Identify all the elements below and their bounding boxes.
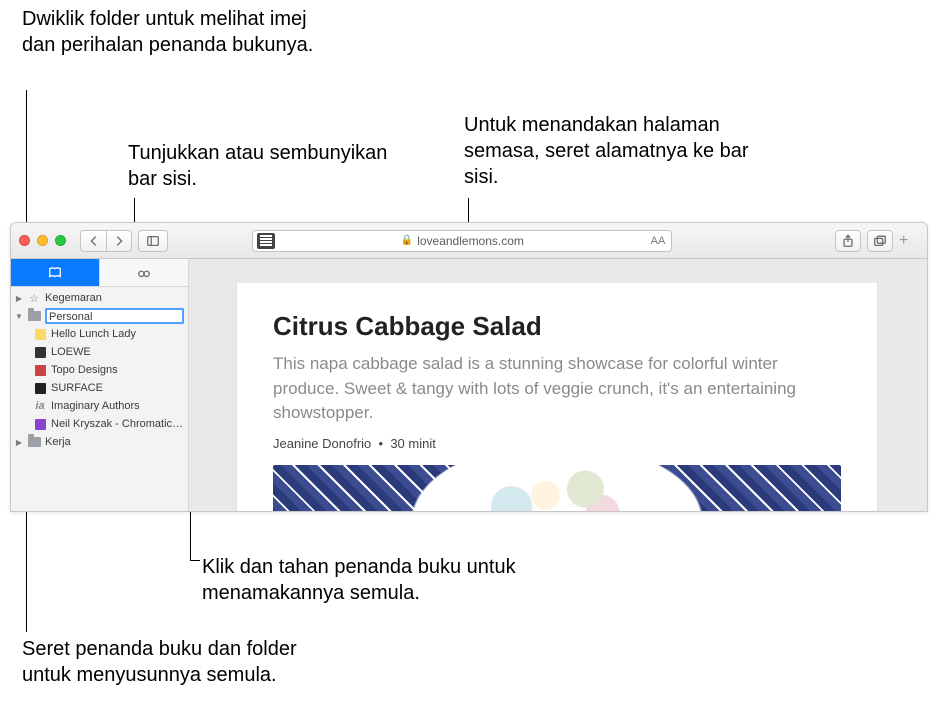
favicon (33, 381, 47, 395)
disclosure-triangle-icon[interactable]: ▼ (15, 312, 23, 321)
tab-reading-list[interactable] (100, 259, 188, 286)
reader-mode-button[interactable] (257, 233, 275, 249)
chevron-left-icon (87, 234, 101, 248)
window-controls (19, 235, 66, 246)
folder-work[interactable]: ▶ Kerja (11, 433, 188, 451)
bookmark-item[interactable]: Neil Kryszak - Chromatic E… (11, 415, 188, 433)
close-button[interactable] (19, 235, 30, 246)
bookmark-label: SURFACE (51, 382, 184, 394)
article-duration: 30 minit (390, 436, 436, 451)
bookmark-label: Topo Designs (51, 364, 184, 376)
safari-window: 🔒 loveandlemons.com AA + (10, 222, 928, 512)
disclosure-triangle-icon[interactable]: ▶ (15, 294, 23, 303)
address-bar[interactable]: 🔒 loveandlemons.com AA (252, 230, 672, 252)
folder-label: Kegemaran (45, 292, 184, 304)
sidebar: ▶ ☆ Kegemaran ▼ Personal Hello Lunch Lad… (11, 259, 189, 511)
nav-buttons (80, 230, 132, 252)
address-area: 🔒 loveandlemons.com AA (252, 230, 672, 252)
star-icon: ☆ (27, 291, 41, 305)
folder-label: Kerja (45, 436, 184, 448)
article-byline: Jeanine Donofrio • 30 minit (273, 436, 841, 451)
folder-icon (27, 309, 41, 323)
reader-article: Citrus Cabbage Salad This napa cabbage s… (237, 283, 877, 511)
chevron-right-icon (112, 234, 126, 248)
folder-name-input[interactable]: Personal (45, 308, 184, 324)
sidebar-tabs (11, 259, 188, 287)
favicon (33, 417, 47, 431)
bookmark-item[interactable]: ia Imaginary Authors (11, 397, 188, 415)
article-author: Jeanine Donofrio (273, 436, 371, 451)
tabs-icon (873, 234, 887, 248)
callout-rename-bookmark: Klik dan tahan penanda buku untuk menama… (202, 554, 522, 606)
favicon (33, 363, 47, 377)
content-pane: Citrus Cabbage Salad This napa cabbage s… (189, 259, 927, 511)
zoom-button[interactable] (55, 235, 66, 246)
article-title: Citrus Cabbage Salad (273, 311, 841, 342)
share-button[interactable] (835, 230, 861, 252)
callout-line (190, 560, 200, 561)
url-host: loveandlemons.com (417, 234, 524, 248)
bookmark-list: ▶ ☆ Kegemaran ▼ Personal Hello Lunch Lad… (11, 287, 188, 453)
lock-icon: 🔒 (401, 235, 413, 246)
text-size-button[interactable]: AA (651, 235, 666, 247)
bookmark-item[interactable]: Topo Designs (11, 361, 188, 379)
article-hero-image (273, 465, 841, 512)
share-icon (841, 234, 855, 248)
new-tab-button[interactable]: + (899, 232, 919, 250)
callout-toggle-sidebar: Tunjukkan atau sembunyikan bar sisi. (128, 140, 388, 192)
minimize-button[interactable] (37, 235, 48, 246)
bookmark-label: Hello Lunch Lady (51, 328, 184, 340)
bookmark-item[interactable]: LOEWE (11, 343, 188, 361)
toolbar: 🔒 loveandlemons.com AA + (11, 223, 927, 259)
bookmark-item[interactable]: SURFACE (11, 379, 188, 397)
folder-personal-editing[interactable]: ▼ Personal (11, 307, 188, 325)
forward-button[interactable] (106, 230, 132, 252)
show-tabs-button[interactable] (867, 230, 893, 252)
favicon: ia (33, 399, 47, 413)
back-button[interactable] (80, 230, 106, 252)
favicon (33, 327, 47, 341)
callout-drag-address: Untuk menandakan halaman semasa, seret a… (464, 112, 764, 190)
sidebar-toggle-button[interactable] (138, 230, 168, 252)
article-description: This napa cabbage salad is a stunning sh… (273, 352, 841, 426)
folder-favorites[interactable]: ▶ ☆ Kegemaran (11, 289, 188, 307)
tab-bookmarks[interactable] (11, 259, 100, 286)
bookmark-label: Imaginary Authors (51, 400, 184, 412)
callout-doubleclick-folder: Dwiklik folder untuk melihat imej dan pe… (22, 6, 322, 58)
callout-reorder: Seret penanda buku dan folder untuk meny… (22, 636, 342, 688)
bookmark-label: LOEWE (51, 346, 184, 358)
book-icon (48, 266, 62, 280)
folder-icon (27, 435, 41, 449)
glasses-icon (137, 266, 151, 280)
sidebar-icon (146, 234, 160, 248)
favicon (33, 345, 47, 359)
bookmark-label: Neil Kryszak - Chromatic E… (51, 418, 184, 430)
bookmark-item[interactable]: Hello Lunch Lady (11, 325, 188, 343)
meta-separator: • (379, 436, 384, 451)
disclosure-triangle-icon[interactable]: ▶ (15, 438, 23, 447)
